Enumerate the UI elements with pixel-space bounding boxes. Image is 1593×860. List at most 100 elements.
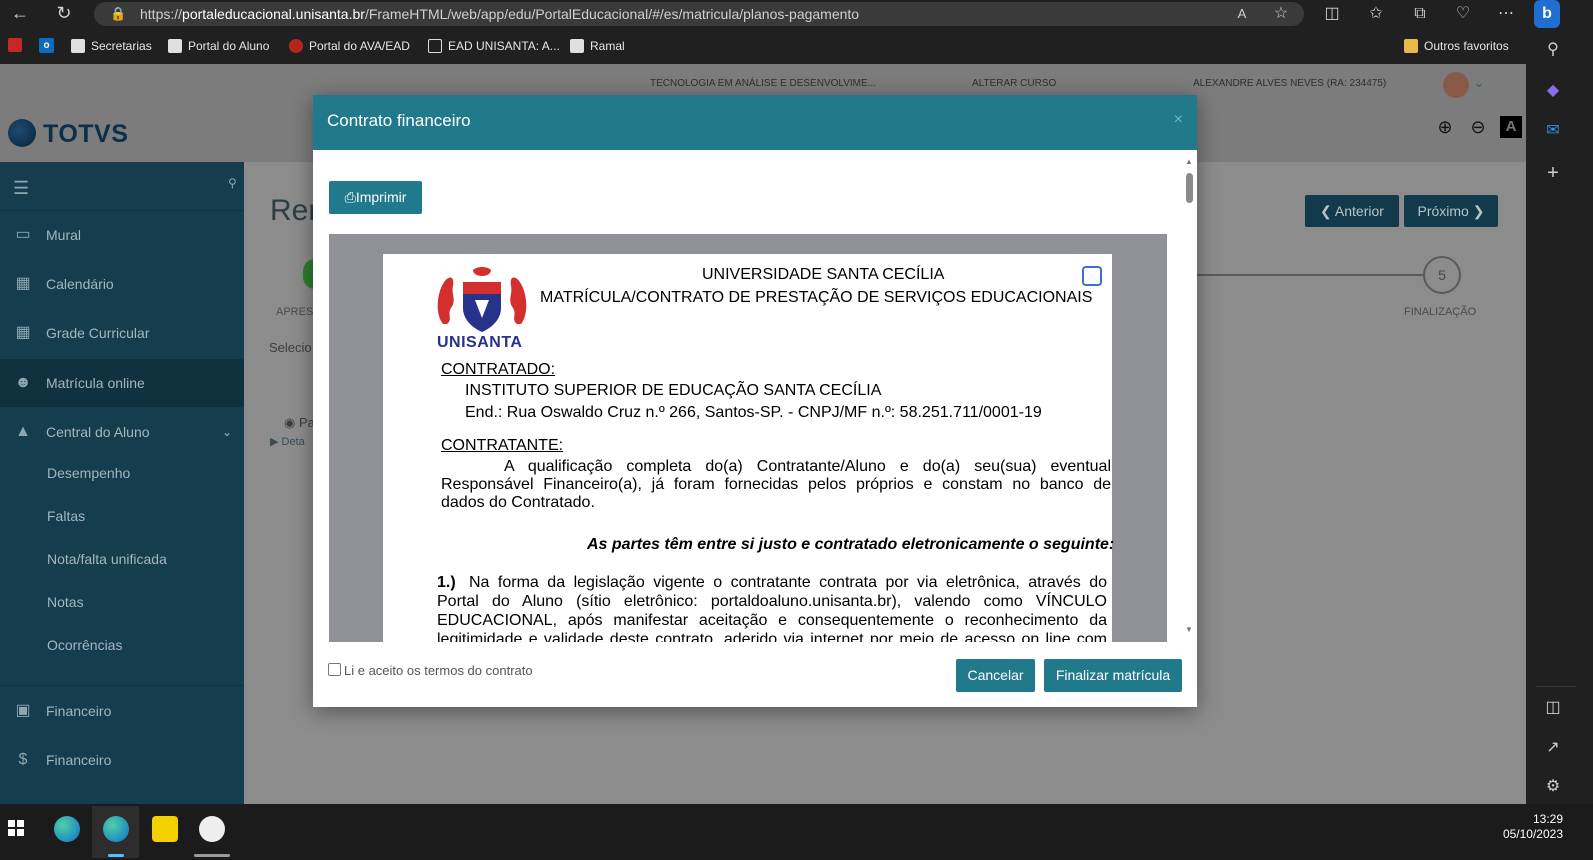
sidebar-toggle-icon[interactable]: ◫: [1540, 695, 1566, 721]
sidebar-sub-faltas[interactable]: Faltas: [47, 508, 85, 524]
chevron-down-icon[interactable]: ⌄: [1474, 76, 1484, 90]
previous-button[interactable]: ❮ Anterior: [1305, 195, 1399, 227]
url-path: /FrameHTML/web/app/edu/PortalEducacional…: [364, 6, 860, 22]
contratado-address: End.: Rua Oswaldo Cruz n.º 266, Santos-S…: [465, 404, 1042, 421]
sidebar-item-calendario[interactable]: ▦ Calendário: [0, 260, 244, 308]
copilot-icon[interactable]: ◆: [1540, 78, 1566, 104]
clause-1-line-1: Na forma da legislação vigente o contrat…: [469, 574, 1107, 591]
graduation-cap-icon: ▲: [15, 423, 31, 440]
payment-radio[interactable]: ◉ Pa: [284, 415, 315, 431]
cancel-button[interactable]: Cancelar: [956, 659, 1035, 692]
sidebar-item-matricula-online[interactable]: ☻ Matrícula online: [0, 359, 244, 407]
app-icon[interactable]: [199, 816, 225, 842]
clause-1-line-2: Portal do Aluno (sítio eletrônico: porta…: [437, 593, 1107, 610]
sidebar-item-financeiro-2[interactable]: $ Financeiro: [0, 736, 244, 784]
contract-page: UNISANTA UNIVERSIDADE SANTA CECÍLIA MATR…: [383, 254, 1114, 642]
unisanta-logo: [437, 267, 527, 332]
change-course-link[interactable]: ALTERAR CURSO: [972, 78, 1056, 89]
pin-icon[interactable]: ⚲: [228, 176, 237, 190]
external-link-icon[interactable]: ↗: [1540, 735, 1566, 761]
sidebar-item-central-aluno[interactable]: ▲ Central do Aluno ⌄: [0, 408, 244, 456]
avatar[interactable]: [1443, 72, 1469, 98]
address-bar[interactable]: 🔒 https://portaleducacional.unisanta.br/…: [94, 2, 1304, 26]
bing-icon[interactable]: b: [1534, 0, 1560, 28]
capture-icon[interactable]: [1082, 266, 1102, 286]
edge-icon[interactable]: [54, 816, 80, 842]
close-icon[interactable]: ×: [1174, 111, 1183, 129]
next-button[interactable]: Próximo ❯: [1404, 195, 1498, 227]
contrast-icon[interactable]: A: [1500, 116, 1522, 138]
other-favorites[interactable]: Outros favoritos: [1404, 36, 1509, 56]
calendar-icon: ▦: [15, 275, 31, 292]
finish-enrollment-button[interactable]: Finalizar matrícula: [1044, 659, 1182, 692]
collections-icon[interactable]: ⧉: [1409, 3, 1431, 25]
sidebar-sub-notas[interactable]: Notas: [47, 594, 84, 610]
windows-start-icon[interactable]: [8, 820, 24, 836]
refresh-icon[interactable]: ↻: [52, 2, 76, 26]
sidebar-item-grade-curricular[interactable]: ▦ Grade Curricular: [0, 309, 244, 357]
current-course[interactable]: TECNOLOGIA EM ANÁLISE E DESENVOLVIME...: [650, 78, 876, 89]
select-text: Selecio: [269, 340, 312, 355]
modal-title: Contrato financeiro: [327, 111, 471, 130]
print-button[interactable]: ⎙Imprimir: [329, 181, 422, 214]
ava-icon: [289, 39, 303, 53]
settings-gear-icon[interactable]: ⚙: [1540, 774, 1566, 800]
grid-icon: ▦: [15, 324, 31, 341]
app-icon-red[interactable]: [8, 38, 22, 52]
bookmark-portal-ava[interactable]: Portal do AVA/EAD: [289, 36, 410, 56]
search-icon[interactable]: ⚲: [1540, 37, 1566, 63]
details-toggle[interactable]: ▶ Deta: [270, 435, 305, 448]
system-clock[interactable]: 13:29 05/10/2023: [1503, 812, 1563, 842]
sidebar-sub-desempenho[interactable]: Desempenho: [47, 465, 130, 481]
lock-icon: 🔒: [110, 6, 127, 21]
outlook-icon[interactable]: o: [39, 38, 54, 53]
bookmark-portal-aluno[interactable]: Portal do Aluno: [168, 36, 269, 56]
sidebar-item-financeiro[interactable]: ▣ Financeiro: [0, 687, 244, 735]
divider: [0, 685, 244, 686]
scrollbar-thumb[interactable]: [1186, 173, 1193, 203]
contract-viewer[interactable]: UNISANTA UNIVERSIDADE SANTA CECÍLIA MATR…: [329, 234, 1167, 642]
health-icon[interactable]: ♡: [1452, 3, 1474, 25]
zoom-out-icon[interactable]: ⊖: [1467, 116, 1489, 138]
favorites-icon[interactable]: ✩: [1365, 3, 1387, 25]
chevron-down-icon: ⌄: [221, 425, 232, 439]
contratante-line-1: A qualificação completa do(a) Contratant…: [504, 458, 1111, 475]
favorite-star-icon[interactable]: ☆: [1270, 3, 1292, 25]
sidebar-item-mural[interactable]: ▭ Mural: [0, 211, 244, 259]
contract-modal: Contrato financeiro × ⎙Imprimir UNISANTA…: [313, 95, 1197, 707]
chevron-left-icon: ❮: [1320, 203, 1332, 219]
accept-terms-label[interactable]: Li e aceito os termos do contrato: [344, 663, 533, 678]
zoom-in-icon[interactable]: ⊕: [1434, 116, 1456, 138]
doc-heading-2: MATRÍCULA/CONTRATO DE PRESTAÇÃO DE SERVI…: [540, 289, 1093, 306]
scroll-up-icon[interactable]: ▲: [1185, 157, 1193, 166]
sidebar-sub-nota-falta[interactable]: Nota/falta unificada: [47, 551, 167, 567]
bookmark-ramal[interactable]: Ramal: [570, 36, 625, 56]
sticky-notes-icon[interactable]: [152, 816, 178, 842]
modal-scrollbar[interactable]: ▲ ▼: [1183, 157, 1195, 637]
bookmark-ead[interactable]: EAD UNISANTA: A...: [428, 36, 560, 56]
split-screen-icon[interactable]: ◫: [1321, 3, 1343, 25]
chevron-right-icon: ❯: [1472, 203, 1485, 219]
edge-active-icon[interactable]: [103, 816, 129, 842]
monitor-icon: ▭: [15, 226, 31, 243]
more-menu-icon[interactable]: ⋯: [1495, 3, 1517, 25]
url-prefix: https://: [140, 6, 183, 22]
accept-terms-checkbox[interactable]: [328, 663, 341, 676]
contratante-line-3: dados do Contratado.: [441, 494, 595, 511]
sidebar: ☰ ⚲ ▭ Mural ▦ Calendário ▦ Grade Curricular…: [0, 162, 244, 804]
outlook-side-icon[interactable]: ✉: [1540, 118, 1566, 144]
page-icon: [168, 39, 182, 53]
clock-time: 13:29: [1532, 812, 1563, 826]
student-name[interactable]: ALEXANDRE ALVES NEVES (RA: 234475): [1193, 78, 1386, 89]
sidebar-sub-ocorrencias[interactable]: Ocorrências: [47, 637, 122, 653]
contratado-label: CONTRATADO:: [441, 361, 556, 378]
menu-hamburger-icon[interactable]: ☰: [13, 178, 29, 199]
read-aloud-icon[interactable]: A: [1231, 3, 1253, 25]
back-arrow-icon[interactable]: ←: [8, 2, 32, 26]
bookmark-secretarias[interactable]: Secretarias: [71, 36, 152, 56]
money-icon: ▣: [15, 702, 31, 719]
add-icon[interactable]: +: [1540, 160, 1566, 186]
scroll-down-icon[interactable]: ▼: [1185, 625, 1193, 634]
user-plus-icon: ☻: [14, 374, 32, 391]
active-indicator: [108, 854, 124, 857]
